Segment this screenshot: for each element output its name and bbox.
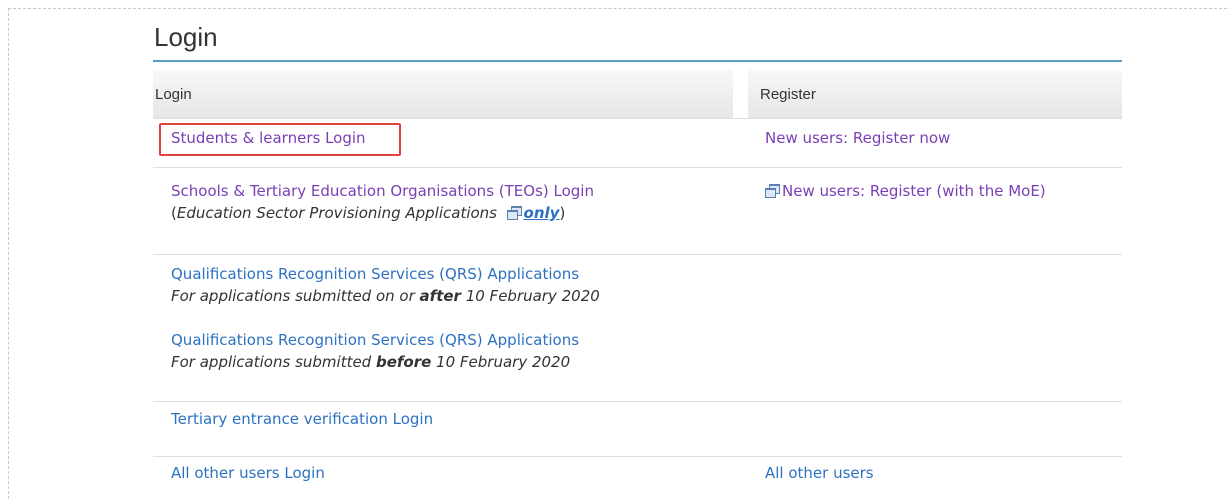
- esp-note-text: Education Sector Provisioning Applicatio…: [176, 204, 497, 222]
- qrs-after-link[interactable]: Qualifications Recognition Services (QRS…: [171, 263, 579, 285]
- qrs-after-note-date: 10 February 2020: [460, 287, 600, 305]
- all-other-users-row: All other users Login All other users: [153, 456, 1122, 497]
- register-column-header: Register: [748, 70, 1122, 118]
- title-divider: [153, 60, 1122, 62]
- qrs-row: Qualifications Recognition Services (QRS…: [153, 254, 1122, 401]
- page-title: Login: [154, 22, 218, 52]
- qrs-before-note: For applications submitted before 10 Feb…: [171, 353, 570, 371]
- schools-teos-login-link[interactable]: Schools & Tertiary Education Organisatio…: [171, 180, 594, 202]
- external-window-icon: [765, 184, 780, 198]
- note-close-paren: ): [559, 204, 566, 222]
- external-window-icon: [506, 206, 522, 220]
- qrs-before-link[interactable]: Qualifications Recognition Services (QRS…: [171, 329, 579, 351]
- login-panel: Login Login Register Students & learners…: [153, 20, 1122, 497]
- schools-teos-row: Schools & Tertiary Education Organisatio…: [153, 167, 1122, 254]
- qrs-after-note: For applications submitted on or after 1…: [171, 287, 600, 305]
- esp-note: (Education Sector Provisioning Applicati…: [171, 204, 565, 222]
- column-headers: Login Register: [153, 70, 1122, 118]
- login-column-header: Login: [153, 70, 733, 118]
- tertiary-row: Tertiary entrance verification Login: [153, 401, 1122, 456]
- dashed-frame-top: [8, 8, 1227, 9]
- qrs-after-note-emphasis: after: [419, 287, 461, 305]
- tertiary-verification-link[interactable]: Tertiary entrance verification Login: [171, 408, 433, 430]
- students-row: Students & learners Login New users: Reg…: [153, 118, 1122, 167]
- only-link[interactable]: only: [524, 204, 560, 222]
- qrs-before-note-date: 10 February 2020: [431, 353, 571, 371]
- register-moe-link[interactable]: New users: Register (with the MoE): [782, 180, 1046, 202]
- qrs-before-note-emphasis: before: [375, 353, 432, 371]
- dashed-frame-left: [8, 8, 9, 499]
- students-login-link[interactable]: Students & learners Login: [171, 127, 366, 149]
- qrs-before-note-a: For applications submitted: [171, 353, 376, 371]
- all-other-users-link[interactable]: All other users: [765, 462, 874, 484]
- register-now-link[interactable]: New users: Register now: [765, 127, 950, 149]
- all-other-users-login-link[interactable]: All other users Login: [171, 462, 325, 484]
- qrs-after-note-a: For applications submitted on or: [171, 287, 420, 305]
